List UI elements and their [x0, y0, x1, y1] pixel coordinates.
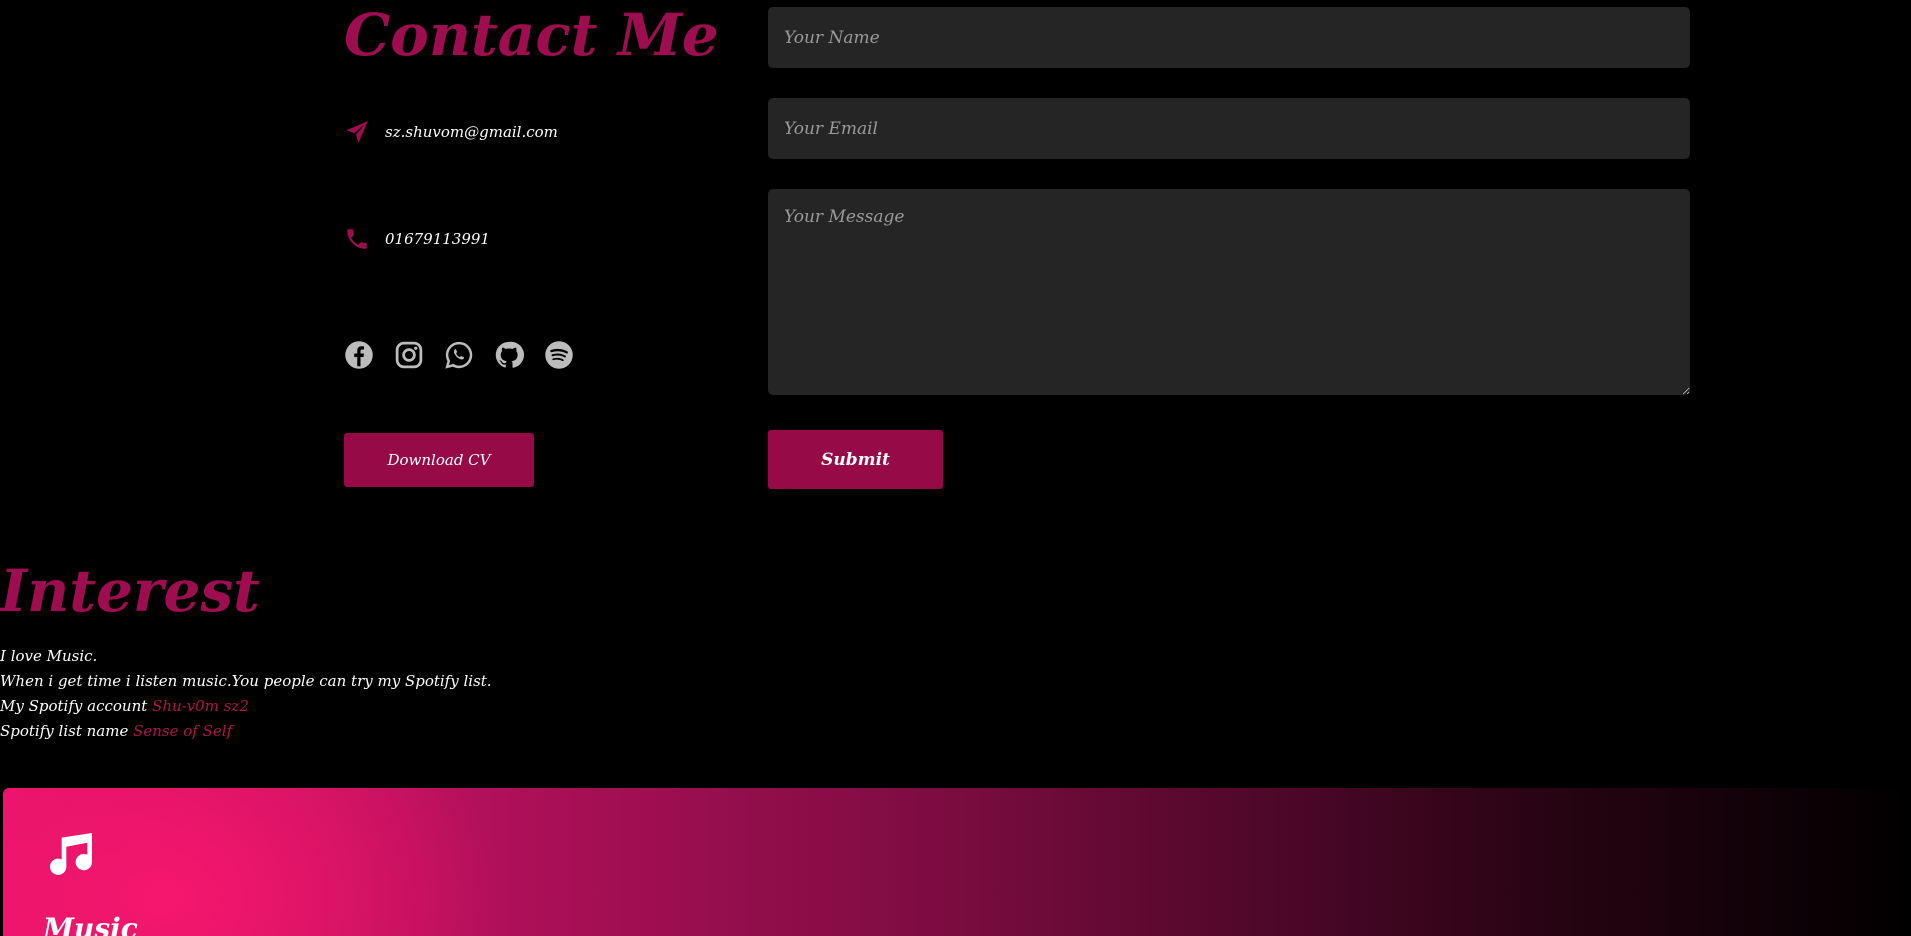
- contact-email-row: sz.shuvom@gmail.com: [344, 119, 558, 145]
- phone-icon: [344, 226, 370, 252]
- spotify-account-link[interactable]: Shu-v0m sz2: [152, 697, 249, 715]
- contact-phone-row: 01679113991: [344, 226, 490, 252]
- page: Contact Me sz.shuvom@gmail.com 016791139…: [0, 0, 1911, 936]
- download-cv-button[interactable]: Download CV: [344, 433, 534, 487]
- spotify-account-line: My Spotify account Shu-v0m sz2: [0, 694, 492, 719]
- contact-title: Contact Me: [344, 1, 719, 69]
- spotify-list-label: Spotify list name: [0, 722, 129, 740]
- spotify-account-label: My Spotify account: [0, 697, 148, 715]
- music-card-title: Music: [43, 912, 138, 936]
- interest-line-2: When i get time i listen music.You peopl…: [0, 672, 492, 690]
- email-input[interactable]: [768, 98, 1690, 159]
- contact-email: sz.shuvom@gmail.com: [385, 123, 558, 141]
- facebook-icon[interactable]: [344, 340, 374, 370]
- social-links: [344, 340, 594, 370]
- spotify-icon[interactable]: [544, 340, 574, 370]
- music-card[interactable]: Music: [3, 788, 1911, 936]
- music-note-icon: [43, 826, 99, 882]
- interest-title: Interest: [0, 557, 260, 625]
- interest-line-1: I love Music.: [0, 647, 98, 665]
- submit-button[interactable]: Submit: [768, 430, 943, 489]
- paper-plane-icon: [344, 119, 370, 145]
- github-icon[interactable]: [494, 340, 524, 370]
- contact-phone: 01679113991: [385, 230, 490, 248]
- interest-text: I love Music. When i get time i listen m…: [0, 644, 492, 744]
- whatsapp-icon[interactable]: [444, 340, 474, 370]
- name-input[interactable]: [768, 7, 1690, 68]
- spotify-list-link[interactable]: Sense of Self: [133, 722, 232, 740]
- instagram-icon[interactable]: [394, 340, 424, 370]
- spotify-list-line: Spotify list name Sense of Self: [0, 719, 492, 744]
- message-textarea[interactable]: [768, 189, 1690, 395]
